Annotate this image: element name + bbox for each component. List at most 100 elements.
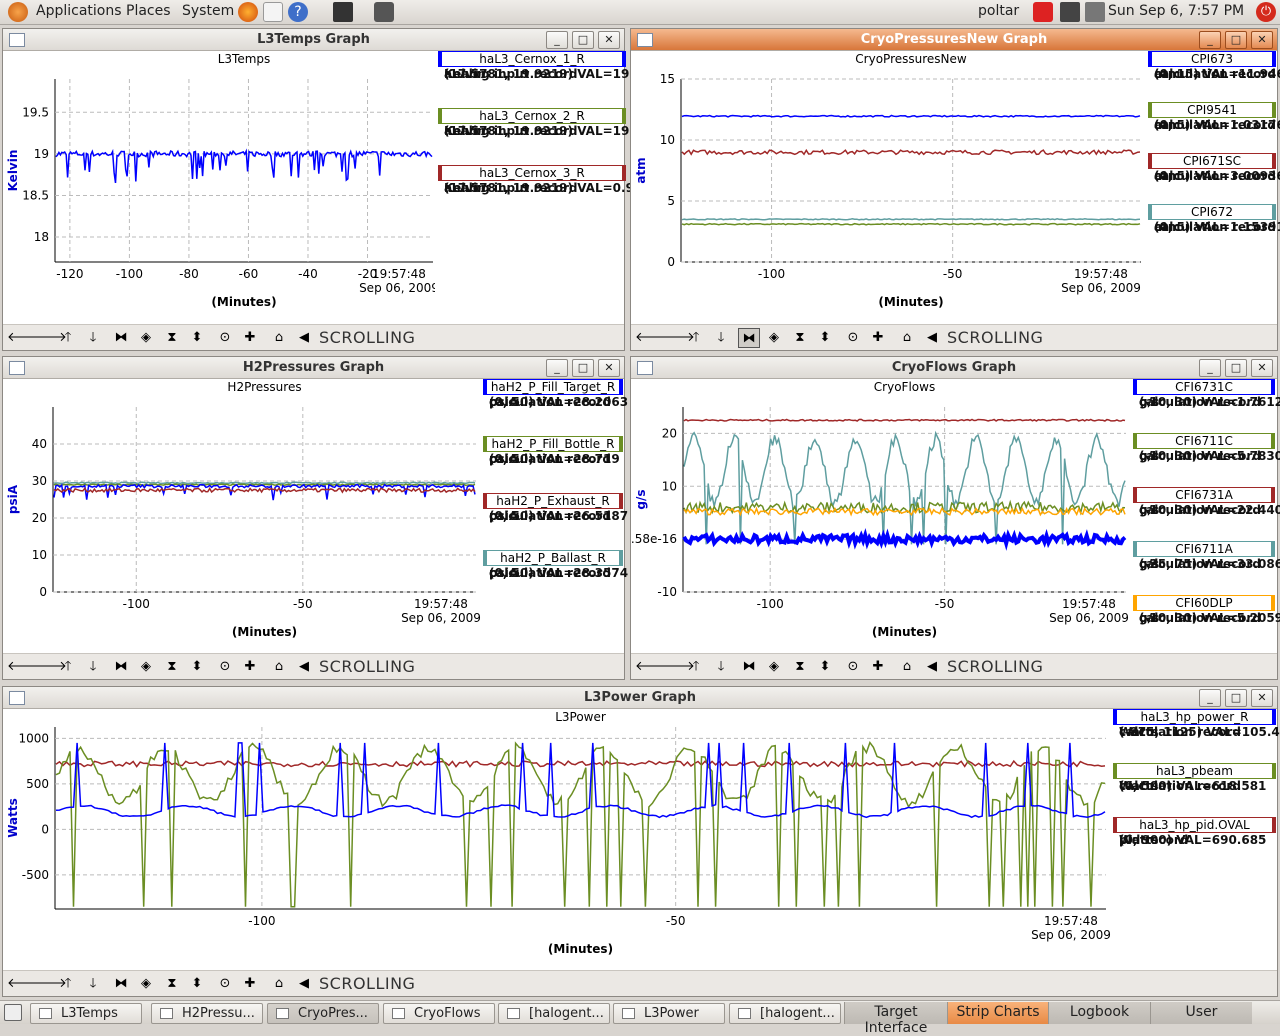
legend-entry-name[interactable]: haH2_P_Fill_Target_R bbox=[483, 379, 623, 395]
print-button[interactable]: ⌂ bbox=[896, 328, 918, 348]
auto-scale-button[interactable]: ⊙ bbox=[214, 328, 236, 348]
zoom-x-out-button[interactable]: ◈ bbox=[135, 328, 157, 348]
pan-up-button[interactable]: 🡑 bbox=[57, 974, 79, 994]
zoom-x-in-button[interactable]: ⧓ bbox=[110, 328, 132, 348]
mail-icon[interactable] bbox=[263, 2, 283, 22]
scrolling-mode-label[interactable]: SCROLLING bbox=[947, 328, 1043, 347]
reset-button[interactable]: ✚ bbox=[239, 974, 261, 994]
zoom-y-in-button[interactable]: ⧗ bbox=[789, 657, 811, 677]
scrolling-mode-label[interactable]: SCROLLING bbox=[319, 657, 415, 676]
zoom-x-out-button[interactable]: ◈ bbox=[763, 328, 785, 348]
legend-entry-name[interactable]: CPI9541 bbox=[1148, 102, 1276, 118]
ubuntu-logo-icon[interactable] bbox=[8, 2, 28, 22]
terminal-icon[interactable] bbox=[333, 2, 353, 22]
taskbar-button[interactable]: [halogent... bbox=[498, 1003, 610, 1024]
places-menu[interactable]: Places bbox=[126, 3, 171, 19]
zoom-x-in-button[interactable]: ⧓ bbox=[738, 328, 760, 348]
pan-down-button[interactable]: 🡓 bbox=[710, 328, 732, 348]
reset-button[interactable]: ✚ bbox=[867, 657, 889, 677]
back-button[interactable]: ◀ bbox=[293, 974, 315, 994]
pan-up-button[interactable]: 🡑 bbox=[685, 657, 707, 677]
legend-entry-name[interactable]: haL3_hp_pid.OVAL bbox=[1113, 817, 1276, 833]
pan-left-button[interactable]: 🡐 bbox=[7, 328, 42, 348]
pan-down-button[interactable]: 🡓 bbox=[82, 328, 104, 348]
reset-button[interactable]: ✚ bbox=[239, 328, 261, 348]
close-button[interactable]: ✕ bbox=[598, 359, 620, 377]
zoom-y-in-button[interactable]: ⧗ bbox=[161, 974, 183, 994]
maximize-button[interactable]: □ bbox=[572, 31, 594, 49]
title-bar[interactable]: L3Power Graph _ □ ✕ bbox=[3, 687, 1277, 709]
user-name[interactable]: poltar bbox=[978, 3, 1019, 19]
pan-right-button[interactable]: 🡒 bbox=[32, 657, 67, 677]
legend-entry-name[interactable]: CFI6711C bbox=[1133, 433, 1275, 449]
maximize-button[interactable]: □ bbox=[1225, 689, 1247, 707]
help-icon[interactable]: ? bbox=[288, 2, 308, 22]
zoom-x-in-button[interactable]: ⧓ bbox=[110, 974, 132, 994]
workspace-tab[interactable]: User bbox=[1150, 1002, 1252, 1024]
zoom-x-out-button[interactable]: ◈ bbox=[135, 974, 157, 994]
zoom-y-in-button[interactable]: ⧗ bbox=[161, 328, 183, 348]
zoom-y-out-button[interactable]: ⬍ bbox=[186, 657, 208, 677]
pan-right-button[interactable]: 🡒 bbox=[32, 974, 67, 994]
zoom-y-out-button[interactable]: ⬍ bbox=[814, 328, 836, 348]
workspace-tab[interactable]: Target Interface bbox=[844, 1002, 947, 1036]
pan-right-button[interactable]: 🡒 bbox=[660, 328, 695, 348]
minimize-button[interactable]: _ bbox=[546, 359, 568, 377]
legend-entry-name[interactable]: haL3_Cernox_2_R bbox=[438, 108, 626, 124]
zoom-y-out-button[interactable]: ⬍ bbox=[186, 328, 208, 348]
legend-entry-name[interactable]: haH2_P_Exhaust_R bbox=[483, 493, 623, 509]
zoom-y-in-button[interactable]: ⧗ bbox=[789, 328, 811, 348]
back-button[interactable]: ◀ bbox=[921, 328, 943, 348]
legend-entry-name[interactable]: haL3_Cernox_3_R bbox=[438, 165, 626, 181]
legend-entry-name[interactable]: CPI673 bbox=[1148, 51, 1276, 67]
title-bar[interactable]: H2Pressures Graph _ □ ✕ bbox=[3, 357, 624, 379]
pan-down-button[interactable]: 🡓 bbox=[710, 657, 732, 677]
clock[interactable]: Sun Sep 6, 7:57 PM bbox=[1108, 3, 1244, 19]
auto-scale-button[interactable]: ⊙ bbox=[842, 657, 864, 677]
taskbar-button[interactable]: H2Pressu... bbox=[151, 1003, 263, 1024]
pan-down-button[interactable]: 🡓 bbox=[82, 657, 104, 677]
pan-left-button[interactable]: 🡐 bbox=[7, 974, 42, 994]
update-notifier-icon[interactable] bbox=[1033, 2, 1053, 22]
close-button[interactable]: ✕ bbox=[1251, 359, 1273, 377]
minimize-button[interactable]: _ bbox=[546, 31, 568, 49]
power-icon[interactable]: ⏻ bbox=[1256, 2, 1276, 22]
minimize-button[interactable]: _ bbox=[1199, 689, 1221, 707]
title-bar[interactable]: CryoFlows Graph _ □ ✕ bbox=[631, 357, 1277, 379]
close-button[interactable]: ✕ bbox=[1251, 689, 1273, 707]
auto-scale-button[interactable]: ⊙ bbox=[214, 974, 236, 994]
zoom-y-in-button[interactable]: ⧗ bbox=[161, 657, 183, 677]
title-bar[interactable]: L3Temps Graph _ □ ✕ bbox=[3, 29, 624, 51]
zoom-y-out-button[interactable]: ⬍ bbox=[186, 974, 208, 994]
legend-entry-name[interactable]: CPI671SC bbox=[1148, 153, 1276, 169]
taskbar-button[interactable]: L3Power bbox=[613, 1003, 725, 1024]
print-button[interactable]: ⌂ bbox=[268, 328, 290, 348]
zoom-x-out-button[interactable]: ◈ bbox=[763, 657, 785, 677]
volume-icon[interactable] bbox=[1085, 2, 1105, 22]
auto-scale-button[interactable]: ⊙ bbox=[842, 328, 864, 348]
scrolling-mode-label[interactable]: SCROLLING bbox=[319, 328, 415, 347]
screenshot-icon[interactable] bbox=[374, 2, 394, 22]
legend-entry-name[interactable]: CFI6711A bbox=[1133, 541, 1275, 557]
show-desktop-icon[interactable] bbox=[4, 1004, 22, 1021]
pan-down-button[interactable]: 🡓 bbox=[82, 974, 104, 994]
network-icon[interactable] bbox=[1060, 2, 1080, 22]
applications-menu[interactable]: Applications bbox=[36, 3, 122, 19]
zoom-x-out-button[interactable]: ◈ bbox=[135, 657, 157, 677]
workspace-tab[interactable]: Strip Charts bbox=[947, 1002, 1048, 1024]
minimize-button[interactable]: _ bbox=[1199, 31, 1221, 49]
workspace-tab[interactable]: Logbook bbox=[1048, 1002, 1150, 1024]
zoom-x-in-button[interactable]: ⧓ bbox=[738, 657, 760, 677]
auto-scale-button[interactable]: ⊙ bbox=[214, 657, 236, 677]
back-button[interactable]: ◀ bbox=[921, 657, 943, 677]
pan-up-button[interactable]: 🡑 bbox=[57, 328, 79, 348]
system-menu[interactable]: System bbox=[182, 3, 234, 19]
close-button[interactable]: ✕ bbox=[598, 31, 620, 49]
zoom-x-in-button[interactable]: ⧓ bbox=[110, 657, 132, 677]
legend-entry-name[interactable]: CPI672 bbox=[1148, 204, 1276, 220]
pan-up-button[interactable]: 🡑 bbox=[685, 328, 707, 348]
taskbar-button[interactable]: L3Temps bbox=[30, 1003, 142, 1024]
taskbar-button[interactable]: CryoPres... bbox=[267, 1003, 379, 1024]
legend-entry-name[interactable]: CFI6731C bbox=[1133, 379, 1275, 395]
pan-right-button[interactable]: 🡒 bbox=[660, 657, 695, 677]
